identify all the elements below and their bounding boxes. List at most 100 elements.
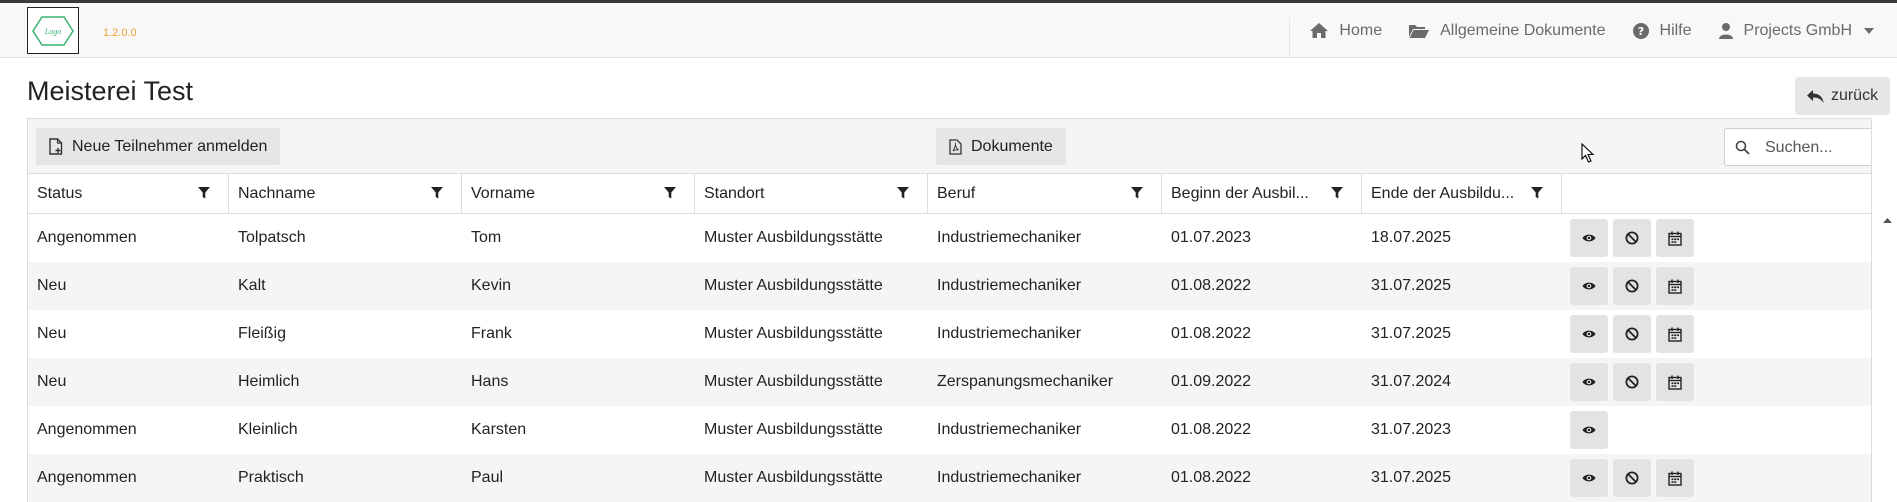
header-col-nachname[interactable]: Nachname	[229, 174, 462, 214]
cell-ende: 18.07.2025	[1371, 229, 1452, 246]
eye-icon	[1582, 474, 1596, 482]
header-col-ende[interactable]: Ende der Ausbildu...	[1362, 174, 1562, 214]
cancel-button[interactable]	[1613, 459, 1651, 497]
view-button[interactable]	[1570, 267, 1608, 305]
ban-icon	[1625, 375, 1639, 389]
cancel-button[interactable]	[1613, 219, 1651, 257]
pdf-file-icon	[949, 138, 962, 155]
view-button[interactable]	[1570, 459, 1608, 497]
table-row[interactable]: Angenommen Kleinlich Karsten Muster Ausbild…	[28, 406, 1871, 454]
calendar-icon	[1668, 231, 1682, 246]
search-input[interactable]	[1763, 136, 1871, 160]
schedule-button[interactable]	[1656, 459, 1694, 497]
cell-beginn: 01.08.2022	[1171, 325, 1252, 342]
schedule-button[interactable]	[1656, 363, 1694, 401]
header-col-actions[interactable]	[1562, 174, 1871, 214]
view-button[interactable]	[1570, 411, 1608, 449]
back-button-label: zurück	[1830, 87, 1879, 104]
view-button[interactable]	[1570, 363, 1608, 401]
header-label: Status	[37, 185, 83, 202]
filter-icon[interactable]	[664, 187, 676, 199]
header-col-standort[interactable]: Standort	[695, 174, 928, 214]
table-row[interactable]: Angenommen Praktisch Paul Muster Ausbildung…	[28, 454, 1871, 502]
header-col-vorname[interactable]: Vorname	[462, 174, 695, 214]
eye-icon	[1582, 282, 1596, 290]
view-button[interactable]	[1570, 219, 1608, 257]
eye-icon	[1582, 378, 1596, 386]
filter-icon[interactable]	[1331, 187, 1343, 199]
schedule-button[interactable]	[1656, 315, 1694, 353]
cancel-button[interactable]	[1613, 315, 1651, 353]
nav-help[interactable]: ? Hilfe	[1619, 3, 1705, 58]
cell-status: Angenommen	[37, 421, 137, 438]
cell-beginn: 01.08.2022	[1171, 421, 1252, 438]
cell-status: Neu	[37, 373, 67, 390]
svg-text:?: ?	[1637, 25, 1643, 38]
documents-button[interactable]: Dokumente	[936, 128, 1066, 165]
cell-ende: 31.07.2025	[1371, 325, 1452, 342]
cell-standort: Muster Ausbildungsstätte	[704, 421, 883, 438]
table-row[interactable]: Angenommen Tolpatsch Tom Muster Ausbildungs…	[28, 214, 1871, 262]
schedule-button[interactable]	[1656, 267, 1694, 305]
calendar-icon	[1668, 327, 1682, 342]
calendar-icon	[1668, 471, 1682, 486]
calendar-icon	[1668, 279, 1682, 294]
cell-beruf: Zerspanungsmechaniker	[937, 373, 1114, 390]
nav-home[interactable]: Home	[1296, 3, 1395, 58]
table-row[interactable]: Neu Kalt Kevin Muster Ausbildungsstätte Indu…	[28, 262, 1871, 310]
cell-status: Angenommen	[37, 469, 137, 486]
filter-icon[interactable]	[1131, 187, 1143, 199]
cell-beginn: 01.09.2022	[1171, 373, 1252, 390]
cell-vorname: Frank	[471, 325, 512, 342]
nav-user-menu[interactable]: Projects GmbH	[1705, 3, 1897, 58]
caret-down-icon	[1864, 27, 1874, 34]
calendar-icon	[1668, 375, 1682, 390]
view-button[interactable]	[1570, 315, 1608, 353]
reply-arrow-icon	[1806, 89, 1824, 103]
back-button[interactable]: zurück	[1795, 77, 1890, 115]
cell-vorname: Tom	[471, 229, 502, 246]
ban-icon	[1625, 231, 1639, 245]
filter-icon[interactable]	[198, 187, 210, 199]
ban-icon	[1625, 327, 1639, 341]
cell-status: Neu	[37, 325, 67, 342]
cell-beruf: Industriemechaniker	[937, 277, 1082, 294]
filter-icon[interactable]	[1531, 187, 1543, 199]
schedule-button[interactable]	[1656, 219, 1694, 257]
eye-icon	[1582, 426, 1596, 434]
cell-standort: Muster Ausbildungsstätte	[704, 277, 883, 294]
nav-user-label: Projects GmbH	[1743, 21, 1852, 39]
cancel-button[interactable]	[1613, 363, 1651, 401]
logo[interactable]: Logo	[27, 7, 79, 54]
cell-beruf: Industriemechaniker	[937, 229, 1082, 246]
cell-ende: 31.07.2024	[1371, 373, 1452, 390]
new-participant-label: Neue Teilnehmer anmelden	[72, 137, 268, 155]
eye-icon	[1582, 234, 1596, 242]
cell-beruf: Industriemechaniker	[937, 421, 1082, 438]
eye-icon	[1582, 330, 1596, 338]
new-participant-button[interactable]: Neue Teilnehmer anmelden	[36, 128, 281, 165]
header-col-status[interactable]: Status	[28, 174, 229, 214]
cell-ende: 31.07.2025	[1371, 469, 1452, 486]
scroll-up-arrow-icon[interactable]	[1883, 217, 1892, 224]
cell-standort: Muster Ausbildungsstätte	[704, 469, 883, 486]
ban-icon	[1625, 471, 1639, 485]
app-version: 1.2.0.0	[103, 27, 137, 39]
table-row[interactable]: Neu Heimlich Hans Muster Ausbildungsstätte Z…	[28, 358, 1871, 406]
nav-help-label: Hilfe	[1659, 21, 1692, 39]
page-title: Meisterei Test	[27, 76, 194, 106]
header-col-beruf[interactable]: Beruf	[928, 174, 1162, 214]
filter-icon[interactable]	[897, 187, 909, 199]
header-col-beginn[interactable]: Beginn der Ausbil...	[1162, 174, 1362, 214]
participants-grid: Neue Teilnehmer anmelden Dokumente Statu…	[27, 118, 1872, 502]
table-row[interactable]: Neu Fleißig Frank Muster Ausbildungsstätte I…	[28, 310, 1871, 358]
header-label: Ende der Ausbildu...	[1371, 185, 1515, 202]
header-label: Vorname	[471, 185, 536, 202]
cancel-button[interactable]	[1613, 267, 1651, 305]
logo-hexagon-icon: Logo	[32, 15, 74, 46]
search-box[interactable]	[1724, 128, 1871, 166]
filter-icon[interactable]	[431, 187, 443, 199]
logo-text: Logo	[44, 27, 61, 36]
nav-general-documents[interactable]: Allgemeine Dokumente	[1395, 3, 1618, 58]
cell-nachname: Fleißig	[238, 325, 287, 342]
